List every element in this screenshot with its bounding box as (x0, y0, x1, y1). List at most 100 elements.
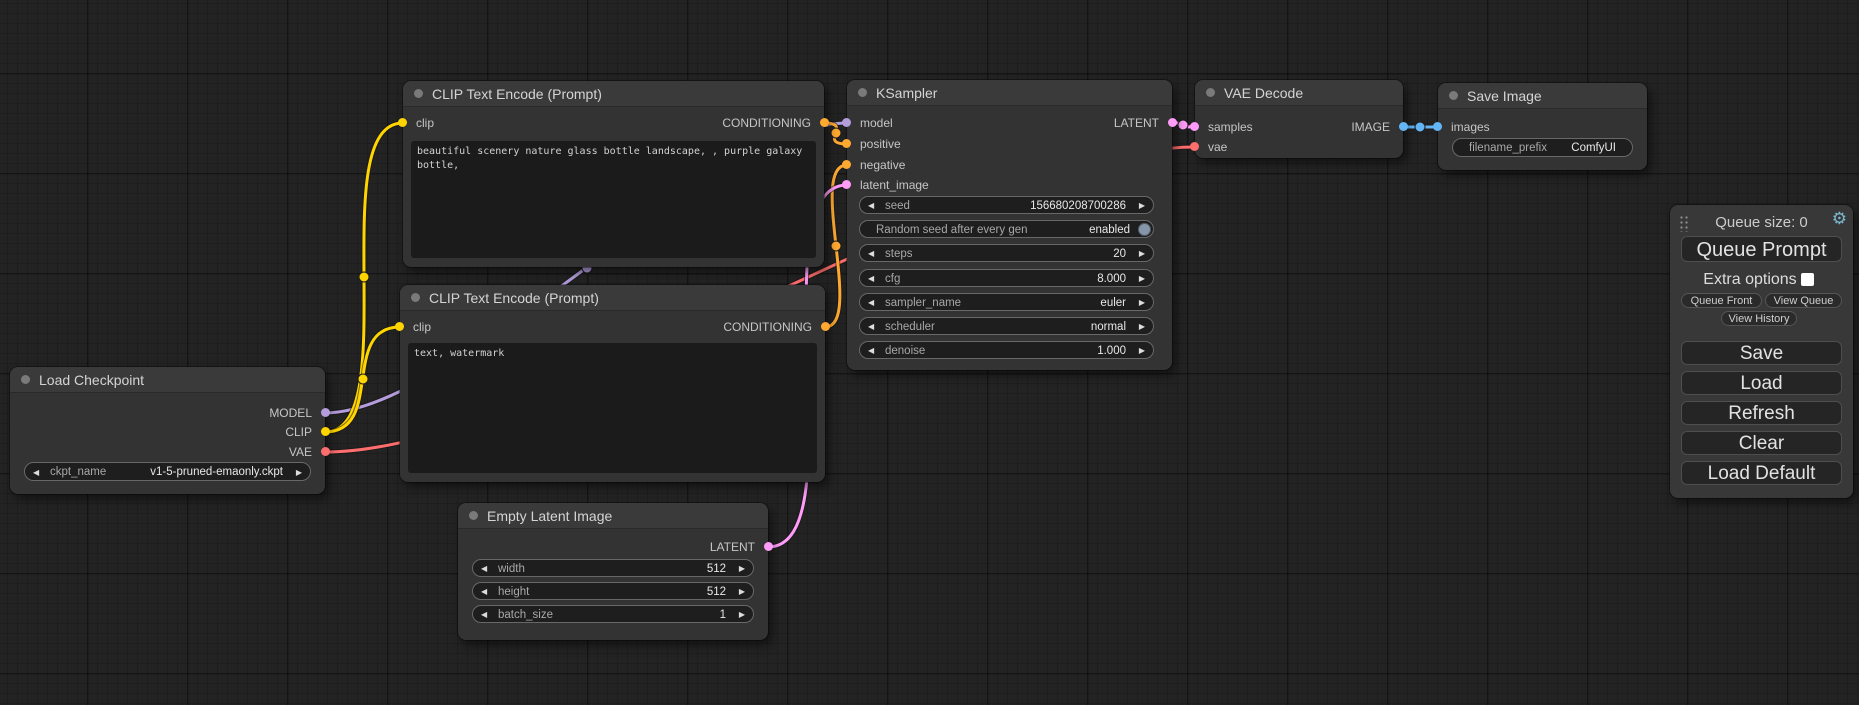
node-ksampler[interactable]: KSampler model LATENT positive negative … (847, 80, 1172, 370)
toggle-knob-icon[interactable] (1138, 223, 1151, 236)
input-port-images[interactable] (1433, 122, 1442, 131)
node-clip-text-encode-negative[interactable]: CLIP Text Encode (Prompt) clip CONDITION… (400, 285, 825, 482)
widget-filename-prefix[interactable]: filename_prefix ComfyUI (1452, 138, 1633, 157)
node-empty-latent-image[interactable]: Empty Latent Image LATENT ◀ width 512 ▶ … (458, 503, 768, 640)
settings-gear-icon[interactable]: ⚙ (1832, 209, 1847, 229)
output-port-latent[interactable] (1168, 118, 1177, 127)
port-label: clip (413, 318, 431, 336)
widget-steps[interactable]: ◀ steps 20 ▶ (859, 244, 1154, 262)
node-title-bar: CLIP Text Encode (Prompt) (400, 285, 825, 311)
collapse-dot-icon[interactable] (414, 89, 423, 98)
output-port-vae[interactable] (321, 447, 330, 456)
link-dot (831, 128, 841, 138)
widget-value: enabled (1089, 221, 1130, 239)
widget-label: height (498, 583, 529, 601)
queue-front-button[interactable]: Queue Front (1681, 293, 1762, 308)
prev-value-arrow-icon[interactable]: ◀ (868, 294, 874, 312)
save-button[interactable]: Save (1681, 341, 1842, 365)
next-value-arrow-icon[interactable]: ▶ (1139, 270, 1145, 288)
widget-label: sampler_name (885, 294, 961, 312)
widget-denoise[interactable]: ◀ denoise 1.000 ▶ (859, 341, 1154, 359)
node-title: VAE Decode (1224, 85, 1303, 101)
output-port-model[interactable] (321, 408, 330, 417)
prev-value-arrow-icon[interactable]: ◀ (481, 583, 487, 601)
input-port-positive[interactable] (842, 139, 851, 148)
prev-value-arrow-icon[interactable]: ◀ (868, 318, 874, 336)
widget-value: 8.000 (1097, 270, 1126, 288)
widget-value: normal (1091, 318, 1126, 336)
next-value-arrow-icon[interactable]: ▶ (1139, 294, 1145, 312)
output-port-clip[interactable] (321, 427, 330, 436)
view-history-button[interactable]: View History (1721, 311, 1797, 326)
collapse-dot-icon[interactable] (469, 511, 478, 520)
prev-value-arrow-icon[interactable]: ◀ (481, 560, 487, 578)
output-port-conditioning[interactable] (821, 322, 830, 331)
input-port-clip[interactable] (398, 118, 407, 127)
widget-label: denoise (885, 342, 925, 360)
load-default-button[interactable]: Load Default (1681, 461, 1842, 485)
node-save-image[interactable]: Save Image images filename_prefix ComfyU… (1438, 83, 1647, 170)
prev-value-arrow-icon[interactable]: ◀ (868, 197, 874, 215)
widget-scheduler[interactable]: ◀ scheduler normal ▶ (859, 317, 1154, 335)
widget-label: width (498, 560, 525, 578)
collapse-dot-icon[interactable] (411, 293, 420, 302)
collapse-dot-icon[interactable] (1449, 91, 1458, 100)
queue-prompt-button[interactable]: Queue Prompt (1681, 236, 1842, 262)
load-button[interactable]: Load (1681, 371, 1842, 395)
next-value-arrow-icon[interactable]: ▶ (739, 606, 745, 624)
extra-options-checkbox[interactable] (1801, 273, 1814, 286)
widget-value: 1 (720, 606, 726, 624)
next-value-arrow-icon[interactable]: ▶ (1139, 342, 1145, 360)
node-title-bar: Load Checkpoint (10, 367, 325, 393)
widget-width[interactable]: ◀ width 512 ▶ (472, 559, 754, 577)
link-dot (1178, 120, 1188, 130)
input-port-vae[interactable] (1190, 142, 1199, 151)
input-port-model[interactable] (842, 118, 851, 127)
input-port-latent-image[interactable] (842, 180, 851, 189)
node-vae-decode[interactable]: VAE Decode samples IMAGE vae (1195, 80, 1403, 158)
node-clip-text-encode-positive[interactable]: CLIP Text Encode (Prompt) clip CONDITION… (403, 81, 824, 267)
widget-label: Random seed after every gen (876, 221, 1028, 239)
collapse-dot-icon[interactable] (858, 88, 867, 97)
output-port-conditioning[interactable] (820, 118, 829, 127)
next-value-arrow-icon[interactable]: ▶ (1139, 197, 1145, 215)
collapse-dot-icon[interactable] (1206, 88, 1215, 97)
clear-button[interactable]: Clear (1681, 431, 1842, 455)
widget-random-seed-toggle[interactable]: Random seed after every gen enabled (859, 220, 1154, 238)
node-load-checkpoint[interactable]: Load Checkpoint MODEL CLIP VAE ◀ ckpt_na… (10, 367, 325, 494)
queue-panel: Queue size: 0 ⚙ Queue Prompt Extra optio… (1670, 205, 1853, 498)
prompt-textarea[interactable]: text, watermark (408, 343, 817, 473)
prev-value-arrow-icon[interactable]: ◀ (481, 606, 487, 624)
next-value-arrow-icon[interactable]: ▶ (296, 463, 302, 482)
widget-ckpt-name[interactable]: ◀ ckpt_name v1-5-pruned-emaonly.ckpt ▶ (24, 462, 311, 481)
node-title-bar: VAE Decode (1195, 80, 1403, 106)
widget-sampler-name[interactable]: ◀ sampler_name euler ▶ (859, 293, 1154, 311)
prev-value-arrow-icon[interactable]: ◀ (868, 342, 874, 360)
node-title: Save Image (1467, 88, 1542, 104)
next-value-arrow-icon[interactable]: ▶ (1139, 245, 1145, 263)
port-label: clip (416, 114, 434, 132)
next-value-arrow-icon[interactable]: ▶ (739, 560, 745, 578)
prev-value-arrow-icon[interactable]: ◀ (33, 463, 39, 482)
input-port-clip[interactable] (395, 322, 404, 331)
widget-label: batch_size (498, 606, 553, 624)
widget-value: 156680208700286 (1030, 197, 1126, 215)
prompt-textarea[interactable]: beautiful scenery nature glass bottle la… (411, 141, 816, 258)
output-port-image[interactable] (1399, 122, 1408, 131)
widget-batch-size[interactable]: ◀ batch_size 1 ▶ (472, 605, 754, 623)
node-graph-canvas[interactable]: Load Checkpoint MODEL CLIP VAE ◀ ckpt_na… (0, 0, 1859, 705)
node-title: Empty Latent Image (487, 508, 612, 524)
widget-height[interactable]: ◀ height 512 ▶ (472, 582, 754, 600)
input-port-samples[interactable] (1190, 122, 1199, 131)
input-port-negative[interactable] (842, 160, 851, 169)
widget-seed[interactable]: ◀ seed 156680208700286 ▶ (859, 196, 1154, 214)
prev-value-arrow-icon[interactable]: ◀ (868, 245, 874, 263)
output-port-latent[interactable] (764, 542, 773, 551)
collapse-dot-icon[interactable] (21, 375, 30, 384)
next-value-arrow-icon[interactable]: ▶ (1139, 318, 1145, 336)
view-queue-button[interactable]: View Queue (1765, 293, 1842, 308)
prev-value-arrow-icon[interactable]: ◀ (868, 270, 874, 288)
next-value-arrow-icon[interactable]: ▶ (739, 583, 745, 601)
widget-cfg[interactable]: ◀ cfg 8.000 ▶ (859, 269, 1154, 287)
refresh-button[interactable]: Refresh (1681, 401, 1842, 425)
